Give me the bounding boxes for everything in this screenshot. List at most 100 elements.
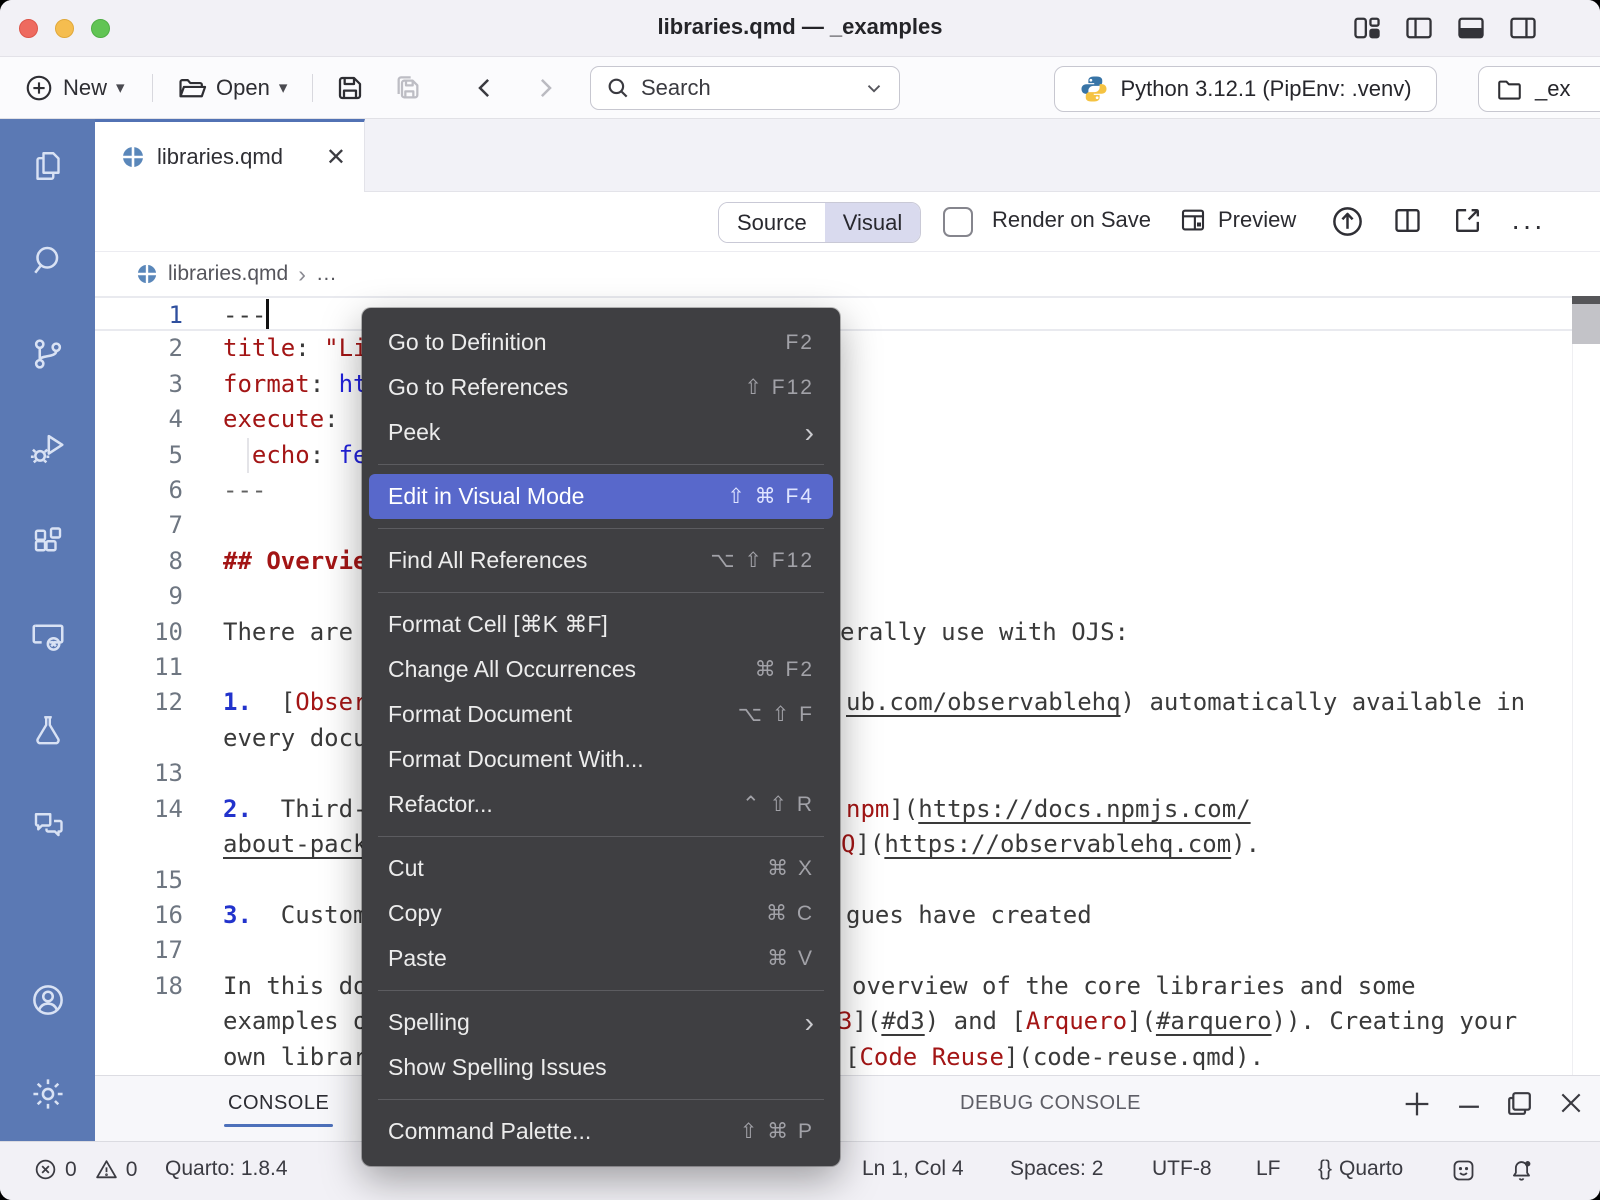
navigate-back-button[interactable] — [470, 57, 500, 119]
tab-libraries-qmd[interactable]: libraries.qmd ✕ — [95, 119, 365, 192]
panel-add-icon[interactable] — [1400, 1087, 1434, 1121]
render-on-save-checkbox[interactable] — [943, 207, 973, 237]
project-selector[interactable]: _ex — [1478, 66, 1600, 112]
code-line[interactable]: 9 — [95, 579, 1600, 614]
code-line[interactable]: 8## Overvie — [95, 544, 1600, 579]
code-line[interactable]: about-packQ](https://observablehq.com). — [95, 827, 1600, 862]
settings-gear-icon[interactable] — [0, 1047, 95, 1141]
interpreter-selector[interactable]: Python 3.12.1 (PipEnv: .venv) — [1054, 66, 1437, 112]
testing-icon[interactable] — [0, 683, 95, 777]
menu-item-go-to-definition[interactable]: Go to DefinitionF2 — [369, 320, 833, 365]
open-in-new-window-icon[interactable] — [1451, 204, 1484, 237]
line-number: 3 — [95, 367, 183, 402]
code-editor[interactable]: 1---2title: "Li3format: ht4execute:5 ech… — [95, 296, 1600, 1075]
code-line[interactable]: 10There are erally use with OJS: — [95, 615, 1600, 650]
menu-item-show-spelling-issues[interactable]: Show Spelling Issues — [369, 1045, 833, 1090]
panel-close-icon[interactable] — [1555, 1087, 1587, 1119]
split-editor-icon[interactable] — [1391, 204, 1424, 237]
toggle-secondary-sidebar-icon[interactable] — [1508, 14, 1538, 42]
quarto-version-status[interactable]: Quarto: 1.8.4 — [165, 1157, 288, 1181]
menu-item-format-document-with[interactable]: Format Document With... — [369, 737, 833, 782]
source-mode-button[interactable]: Source — [719, 203, 825, 242]
toggle-primary-sidebar-icon[interactable] — [1404, 14, 1434, 42]
code-line[interactable]: every docu — [95, 721, 1600, 756]
save-button[interactable] — [334, 57, 366, 119]
run-debug-icon[interactable] — [0, 401, 95, 495]
menu-item-go-to-references[interactable]: Go to References⇧ F12 — [369, 365, 833, 410]
save-all-button[interactable] — [392, 57, 424, 119]
code-line[interactable]: 121. [Obserub.com/observablehq) automati… — [95, 685, 1600, 720]
open-button[interactable]: Open ▾ — [176, 57, 287, 119]
menu-item-label: Refactor... — [388, 791, 742, 818]
render-document-icon[interactable] — [1330, 204, 1365, 239]
search-input[interactable]: Search — [590, 66, 900, 110]
code-line[interactable]: 6--- — [95, 473, 1600, 508]
code-line[interactable]: 17 — [95, 933, 1600, 968]
menu-item-peek[interactable]: Peek› — [369, 410, 833, 455]
panel-minimize-icon[interactable] — [1452, 1089, 1486, 1123]
notifications-button[interactable] — [1508, 1157, 1535, 1184]
code-line[interactable]: 15 — [95, 863, 1600, 898]
code-token: ](code-reuse.qmd). — [1004, 1043, 1264, 1071]
menu-item-format-cell-k-f[interactable]: Format Cell [⌘K ⌘F] — [369, 602, 833, 647]
cursor-position-status[interactable]: Ln 1, Col 4 — [862, 1157, 964, 1181]
code-line[interactable]: 18In this dooverview of the core librari… — [95, 969, 1600, 1004]
menu-item-change-all-occurrences[interactable]: Change All Occurrences⌘ F2 — [369, 647, 833, 692]
source-label: Source — [737, 210, 807, 236]
new-button[interactable]: New ▾ — [24, 57, 125, 119]
code-line[interactable]: 11 — [95, 650, 1600, 685]
preview-button[interactable]: Preview — [1178, 205, 1296, 235]
code-token: title — [223, 334, 295, 362]
menu-item-format-document[interactable]: Format Document⌥ ⇧ F — [369, 692, 833, 737]
code-line[interactable]: own librar[Code Reuse](code-reuse.qmd). — [95, 1040, 1600, 1075]
panel-restore-icon[interactable] — [1503, 1087, 1536, 1120]
scrollbar-thumb[interactable] — [1572, 304, 1600, 344]
panel-tab-debug-console[interactable]: DEBUG CONSOLE — [960, 1092, 1141, 1115]
customize-layout-icon[interactable] — [1352, 14, 1382, 42]
menu-item-paste[interactable]: Paste⌘ V — [369, 936, 833, 981]
menu-item-cut[interactable]: Cut⌘ X — [369, 846, 833, 891]
menu-item-command-palette[interactable]: Command Palette...⇧ ⌘ P — [369, 1109, 833, 1154]
chevron-down-icon[interactable] — [863, 77, 885, 99]
editor-scrollbar[interactable] — [1572, 296, 1600, 1075]
menu-item-shortcut: ⇧ F12 — [744, 375, 814, 400]
more-actions-icon[interactable]: ··· — [1511, 210, 1545, 242]
breadcrumb-more[interactable]: … — [316, 262, 337, 286]
account-icon[interactable] — [0, 953, 95, 1047]
menu-item-edit-in-visual-mode[interactable]: Edit in Visual Mode⇧ ⌘ F4 — [369, 474, 833, 519]
code-line[interactable]: 3format: ht — [95, 367, 1600, 402]
explorer-icon[interactable] — [0, 119, 95, 213]
line-number: 14 — [95, 792, 183, 827]
chat-icon[interactable] — [0, 777, 95, 871]
indentation-status[interactable]: Spaces: 2 — [1010, 1157, 1103, 1181]
code-line[interactable]: 142. Third-npm](https://docs.npmjs.com/ — [95, 792, 1600, 827]
code-line[interactable]: 1--- — [95, 296, 1600, 331]
code-line[interactable]: 163. Customgues have created — [95, 898, 1600, 933]
code-line[interactable]: 4execute: — [95, 402, 1600, 437]
extensions-icon[interactable] — [0, 495, 95, 589]
menu-item-copy[interactable]: Copy⌘ C — [369, 891, 833, 936]
problems-status[interactable]: 0 0 — [33, 1157, 137, 1182]
navigate-forward-button[interactable] — [530, 57, 560, 119]
code-line[interactable]: 13 — [95, 756, 1600, 791]
visual-mode-button[interactable]: Visual — [825, 203, 921, 242]
feedback-button[interactable] — [1450, 1157, 1477, 1184]
close-tab-icon[interactable]: ✕ — [326, 143, 346, 172]
source-control-icon[interactable] — [0, 307, 95, 401]
breadcrumb-file[interactable]: libraries.qmd — [168, 262, 288, 286]
toggle-panel-icon[interactable] — [1456, 14, 1486, 42]
code-line[interactable]: 5 echo: fe — [95, 438, 1600, 473]
menu-item-refactor[interactable]: Refactor...⌃ ⇧ R — [369, 782, 833, 827]
menu-item-find-all-references[interactable]: Find All References⌥ ⇧ F12 — [369, 538, 833, 583]
code-line[interactable]: 2title: "Li — [95, 331, 1600, 366]
sessions-icon[interactable] — [0, 589, 95, 683]
code-line[interactable]: 7 — [95, 508, 1600, 543]
menu-item-spelling[interactable]: Spelling› — [369, 1000, 833, 1045]
eol-status[interactable]: LF — [1256, 1157, 1281, 1181]
search-sidebar-icon[interactable] — [0, 213, 95, 307]
encoding-status[interactable]: UTF-8 — [1152, 1157, 1212, 1181]
code-line[interactable]: examples o3](#d3) and [Arquero](#arquero… — [95, 1004, 1600, 1039]
breadcrumb[interactable]: libraries.qmd › … — [95, 252, 1600, 296]
panel-tab-console[interactable]: CONSOLE — [228, 1092, 329, 1115]
language-mode-status[interactable]: {} Quarto — [1318, 1157, 1403, 1181]
